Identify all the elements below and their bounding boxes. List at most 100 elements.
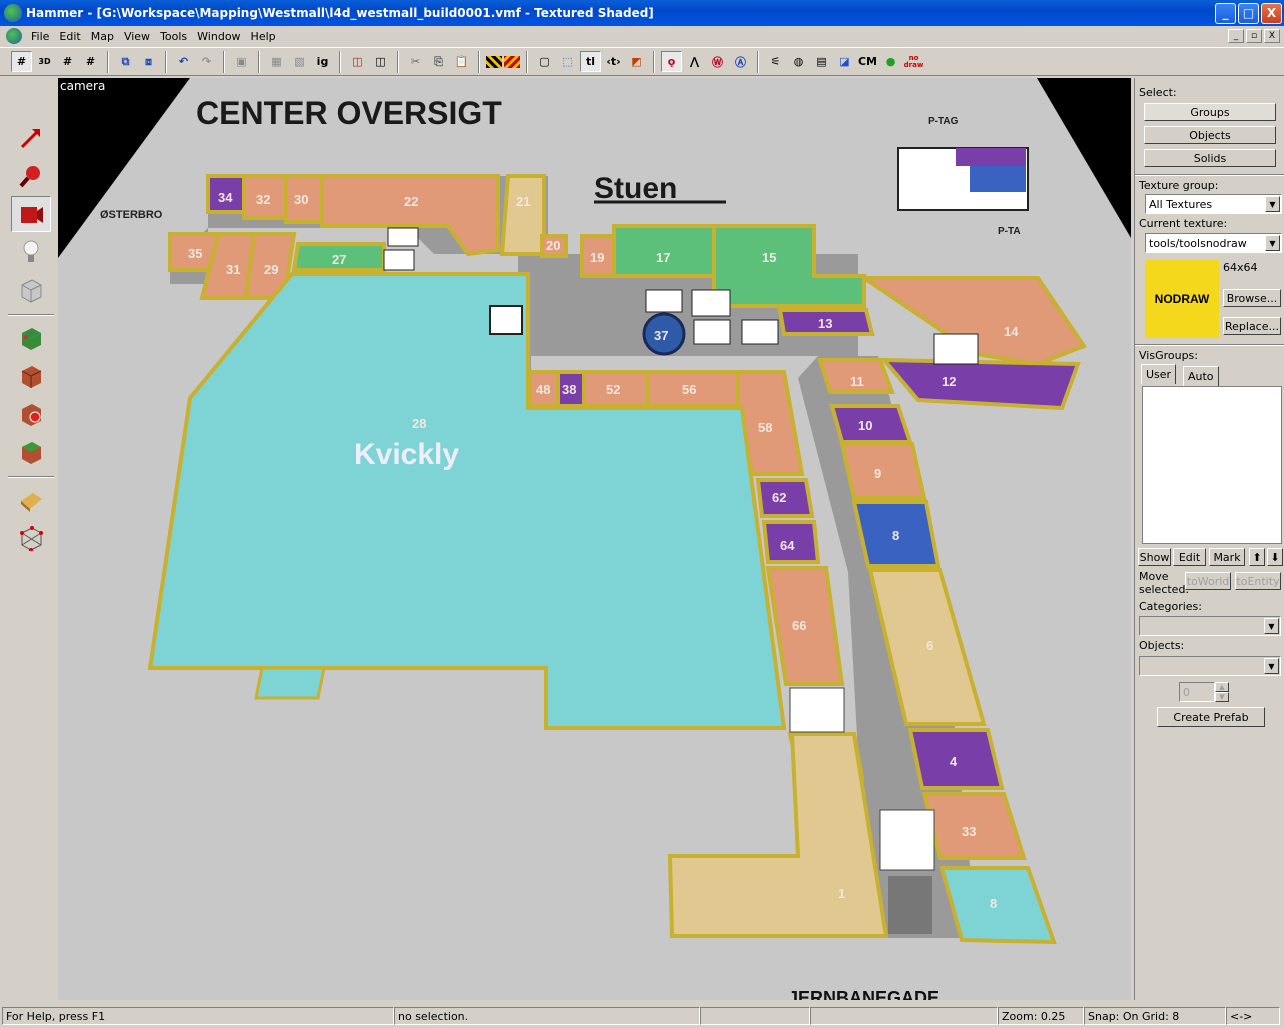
clipping-tool[interactable] <box>11 482 51 518</box>
menu-help[interactable]: Help <box>246 30 281 43</box>
unit-label: 34 <box>218 190 233 205</box>
browse-button[interactable]: Browse... <box>1223 289 1281 307</box>
entity-tool[interactable] <box>11 234 51 270</box>
larger-grid-icon[interactable]: # <box>80 51 101 72</box>
texture-lock-button[interactable]: tl <box>580 51 601 72</box>
menu-file[interactable]: File <box>26 30 54 43</box>
unit-label: 20 <box>546 238 560 253</box>
ignore-groups-button[interactable]: ig <box>312 51 333 72</box>
group-icon[interactable]: ⧉ <box>115 51 136 72</box>
selection-tool[interactable] <box>11 120 51 156</box>
carve-icon[interactable]: ▣ <box>231 51 252 72</box>
cut-icon[interactable]: ✂ <box>405 51 426 72</box>
spinner-down-icon[interactable]: ▼ <box>1215 692 1229 702</box>
menu-view[interactable]: View <box>119 30 155 43</box>
sphere-icon[interactable]: ◍ <box>788 51 809 72</box>
mdi-minimize-button[interactable]: _ <box>1228 29 1244 43</box>
maximize-button[interactable]: □ <box>1238 2 1259 24</box>
objects-spinner[interactable]: 0 <box>1179 682 1215 702</box>
flip-icon[interactable]: ◩ <box>626 51 647 72</box>
texture-scale-button[interactable]: ‹t› <box>603 51 624 72</box>
ungroup-icon[interactable]: ⧈ <box>138 51 159 72</box>
texture-preview-text: NODRAW <box>1154 292 1210 306</box>
selection-handles-icon[interactable]: ⬚ <box>557 51 578 72</box>
status-arrows: <-> <box>1226 1007 1280 1025</box>
brick-cube-icon <box>21 366 41 388</box>
document-icon[interactable] <box>6 28 22 44</box>
grid-toggle-icon[interactable]: # <box>11 51 32 72</box>
apply-texture-tool[interactable] <box>11 358 51 394</box>
create-prefab-button[interactable]: Create Prefab <box>1157 707 1265 727</box>
tab-auto[interactable]: Auto <box>1183 366 1219 386</box>
hazard-stripes-icon[interactable] <box>486 55 502 68</box>
nodraw-toggle-button[interactable]: no draw <box>903 51 924 72</box>
redo-icon[interactable]: ↷ <box>196 51 217 72</box>
minimize-button[interactable]: _ <box>1215 2 1236 24</box>
unit-label: 11 <box>850 374 864 389</box>
selection-icon[interactable]: ◫ <box>370 51 391 72</box>
magnify-tool[interactable] <box>11 158 51 194</box>
texture-group-label: Texture group: <box>1139 179 1219 192</box>
hide-unselected-icon[interactable]: ▧ <box>289 51 310 72</box>
status-bar: For Help, press F1 no selection. Zoom: 0… <box>0 1004 1284 1028</box>
close-button[interactable]: X <box>1261 2 1282 24</box>
undo-icon[interactable]: ↶ <box>173 51 194 72</box>
run-map-icon[interactable]: ǫ <box>661 51 682 72</box>
decal-tool[interactable] <box>11 396 51 432</box>
menu-edit[interactable]: Edit <box>54 30 85 43</box>
texture-group-select[interactable]: All Textures ▼ <box>1145 194 1282 214</box>
categories-label: Categories: <box>1139 600 1202 613</box>
pointer-icon <box>20 129 40 149</box>
tab-user[interactable]: User <box>1141 364 1177 384</box>
path-icon[interactable]: ⋀ <box>684 51 705 72</box>
models-icon[interactable]: ◪ <box>834 51 855 72</box>
portal-icon[interactable]: ⚟ <box>765 51 786 72</box>
cubemap-button[interactable]: CM <box>857 51 878 72</box>
3d-grid-icon[interactable]: 3D <box>34 51 55 72</box>
to-world-button[interactable]: toWorld <box>1185 572 1231 590</box>
move-selected-label: Move selected: <box>1139 570 1190 596</box>
texture-preview[interactable]: NODRAW <box>1145 260 1219 338</box>
leaf-icon[interactable]: ● <box>880 51 901 72</box>
hazard-toggle-icon[interactable] <box>504 55 520 68</box>
move-down-button[interactable]: ⬇ <box>1267 548 1283 566</box>
overlay-tool[interactable] <box>11 434 51 470</box>
categories-select[interactable]: ▼ <box>1139 616 1281 636</box>
check-problems-icon[interactable]: Ⓦ <box>707 51 728 72</box>
status-selection: no selection. <box>394 1007 700 1025</box>
hammer-app-icon <box>4 4 22 22</box>
mark-button[interactable]: Mark <box>1209 548 1245 566</box>
overlay-icon[interactable]: ▤ <box>811 51 832 72</box>
spinner-up-icon[interactable]: ▲ <box>1215 682 1229 692</box>
clip-icon <box>20 493 42 512</box>
smaller-grid-icon[interactable]: # <box>57 51 78 72</box>
select-groups-button[interactable]: Groups <box>1144 103 1276 121</box>
edit-button[interactable]: Edit <box>1173 548 1206 566</box>
camera-tool[interactable] <box>10 196 51 232</box>
hide-selected-icon[interactable]: ▦ <box>266 51 287 72</box>
paste-icon[interactable]: 📋 <box>451 51 472 72</box>
menu-map[interactable]: Map <box>86 30 119 43</box>
camera-viewport[interactable]: CENTER OVERSIGT Stuen ØSTERBRO P-TAG P-T… <box>58 78 1131 1000</box>
show-button[interactable]: Show <box>1138 548 1171 566</box>
move-up-button[interactable]: ⬆ <box>1249 548 1265 566</box>
select-objects-button[interactable]: Objects <box>1144 126 1276 144</box>
bounding-box-icon[interactable]: ▢ <box>534 51 555 72</box>
mdi-close-button[interactable]: X <box>1264 29 1280 43</box>
current-texture-select[interactable]: tools/toolsnodraw ▼ <box>1145 233 1282 253</box>
copy-icon[interactable]: ⎘ <box>428 51 449 72</box>
menu-tools[interactable]: Tools <box>155 30 192 43</box>
visgroup-list[interactable] <box>1142 386 1282 544</box>
select-solids-button[interactable]: Solids <box>1144 149 1276 167</box>
texture-tool[interactable] <box>11 320 51 356</box>
vertex-tool[interactable] <box>11 520 51 556</box>
selection-box-icon[interactable]: ◫ <box>347 51 368 72</box>
to-entity-button[interactable]: toEntity <box>1235 572 1281 590</box>
menu-window[interactable]: Window <box>192 30 245 43</box>
block-tool[interactable] <box>11 272 51 308</box>
mdi-restore-button[interactable]: ▫ <box>1246 29 1262 43</box>
unit-label: 19 <box>590 250 604 265</box>
replace-button[interactable]: Replace... <box>1223 317 1281 335</box>
map-properties-icon[interactable]: Ⓐ <box>730 51 751 72</box>
objects-select[interactable]: ▼ <box>1139 656 1281 676</box>
